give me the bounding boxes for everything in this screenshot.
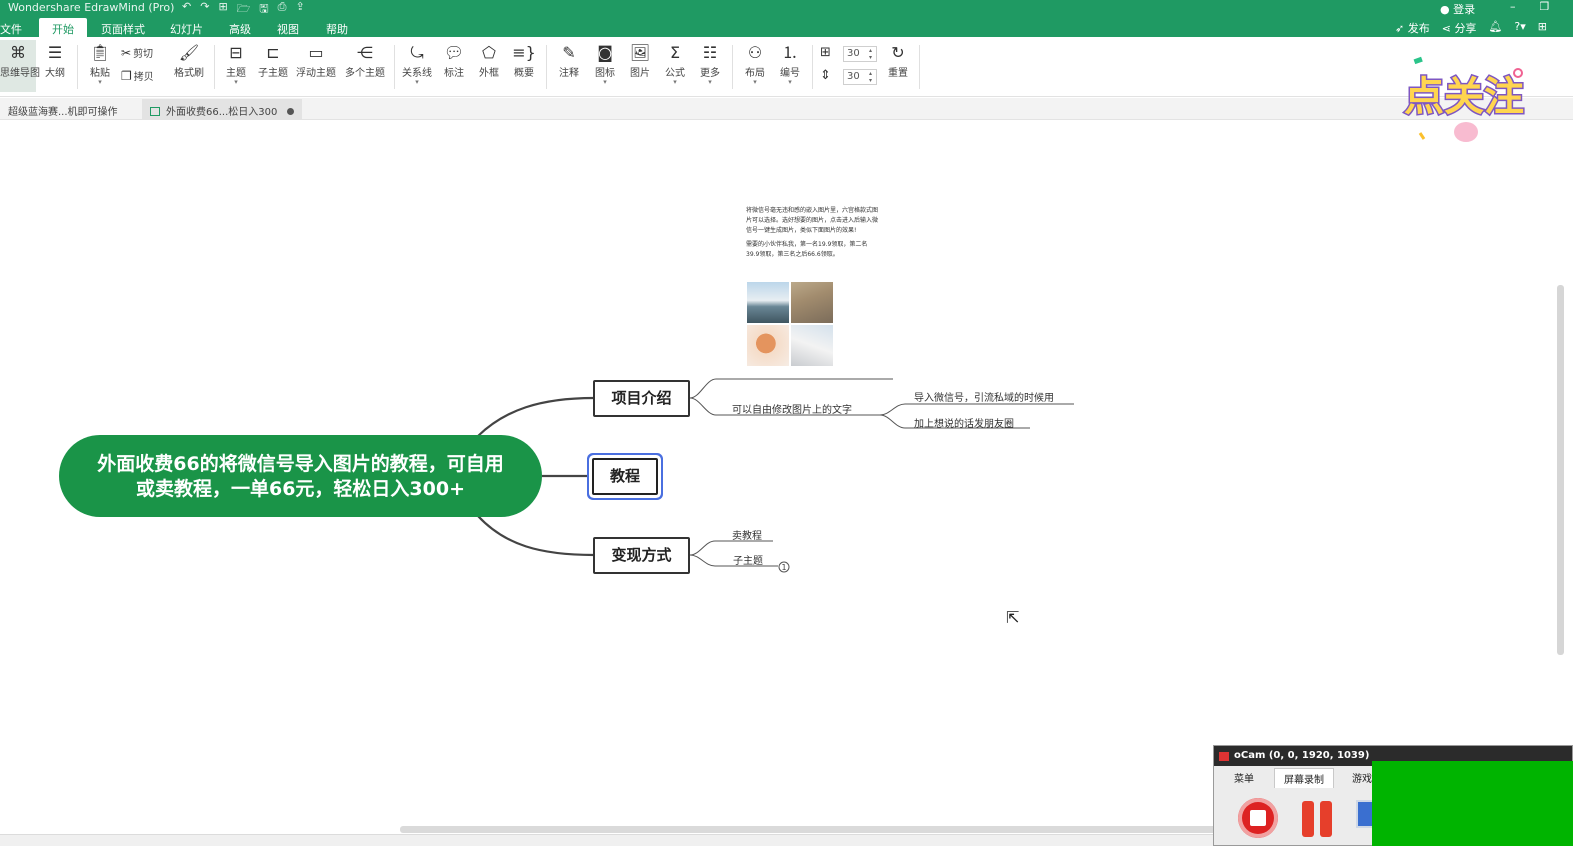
horizontal-scrollbar[interactable] <box>400 826 1230 833</box>
branch-line-monetize <box>477 515 595 557</box>
follow-sticker-text: 点关注 <box>1404 74 1524 120</box>
central-topic[interactable]: 外面收费66的将微信号导入图片的教程，可自用或卖教程，一单66元，轻松日入300… <box>59 435 542 517</box>
note-paragraph-1: 将微信号毫无违和感的嵌入图片里，六宫格款式图片可以选择。选好想要的图片，点击进入… <box>746 207 879 234</box>
line-note-anchor <box>689 378 893 399</box>
topic-tutorial[interactable]: 教程 <box>592 458 658 495</box>
mouse-cursor-icon: ⇱ <box>1006 608 1020 627</box>
connector-lines: 1 <box>477 378 1074 573</box>
floating-note[interactable]: 将微信号毫无违和感的嵌入图片里，六宫格款式图片可以选择。选好想要的图片，点击进入… <box>746 206 880 264</box>
confetti <box>1418 132 1426 140</box>
pause-button[interactable] <box>1300 801 1334 837</box>
collapsed-count: 1 <box>781 563 786 572</box>
photo-airport <box>747 282 789 323</box>
subtopic-sell-tutorial[interactable]: 卖教程 <box>732 527 762 542</box>
green-overlay <box>1372 761 1573 846</box>
confetti <box>1413 56 1423 65</box>
subtopic-edit-text[interactable]: 可以自由修改图片上的文字 <box>732 401 852 416</box>
stop-record-button[interactable] <box>1238 798 1278 838</box>
photo-sign <box>791 282 833 323</box>
branch-line-intro <box>477 396 595 437</box>
subtopic-moments[interactable]: 加上想说的话发朋友圈 <box>914 415 1014 430</box>
photo-grid[interactable] <box>747 282 833 366</box>
ocam-tab-screen-record[interactable]: 屏幕录制 <box>1274 768 1334 788</box>
photo-balloon <box>747 325 789 366</box>
photo-hand <box>791 325 833 366</box>
ocam-logo-icon <box>1219 752 1229 761</box>
subtopic-placeholder[interactable]: 子主题 <box>733 552 763 567</box>
topic-monetize[interactable]: 变现方式 <box>593 537 690 574</box>
ocam-title: oCam (0, 0, 1920, 1039) <box>1234 750 1370 761</box>
follow-sticker: 点关注 <box>1403 56 1526 142</box>
vertical-scrollbar[interactable] <box>1557 285 1564 655</box>
note-paragraph-2: 需要的小伙伴私我，第一名19.9领取，第二名39.9领取，第三名之后66.6领取… <box>746 241 868 258</box>
ocam-tab-game[interactable]: 游戏 <box>1352 770 1372 785</box>
subtopic-import-wechat[interactable]: 导入微信号，引流私域的时候用 <box>914 389 1054 404</box>
topic-intro[interactable]: 项目介绍 <box>593 380 690 417</box>
sticker-blob <box>1454 122 1478 142</box>
ocam-tab-menu[interactable]: 菜单 <box>1234 770 1254 785</box>
line-intro-sub-1 <box>879 403 1074 416</box>
